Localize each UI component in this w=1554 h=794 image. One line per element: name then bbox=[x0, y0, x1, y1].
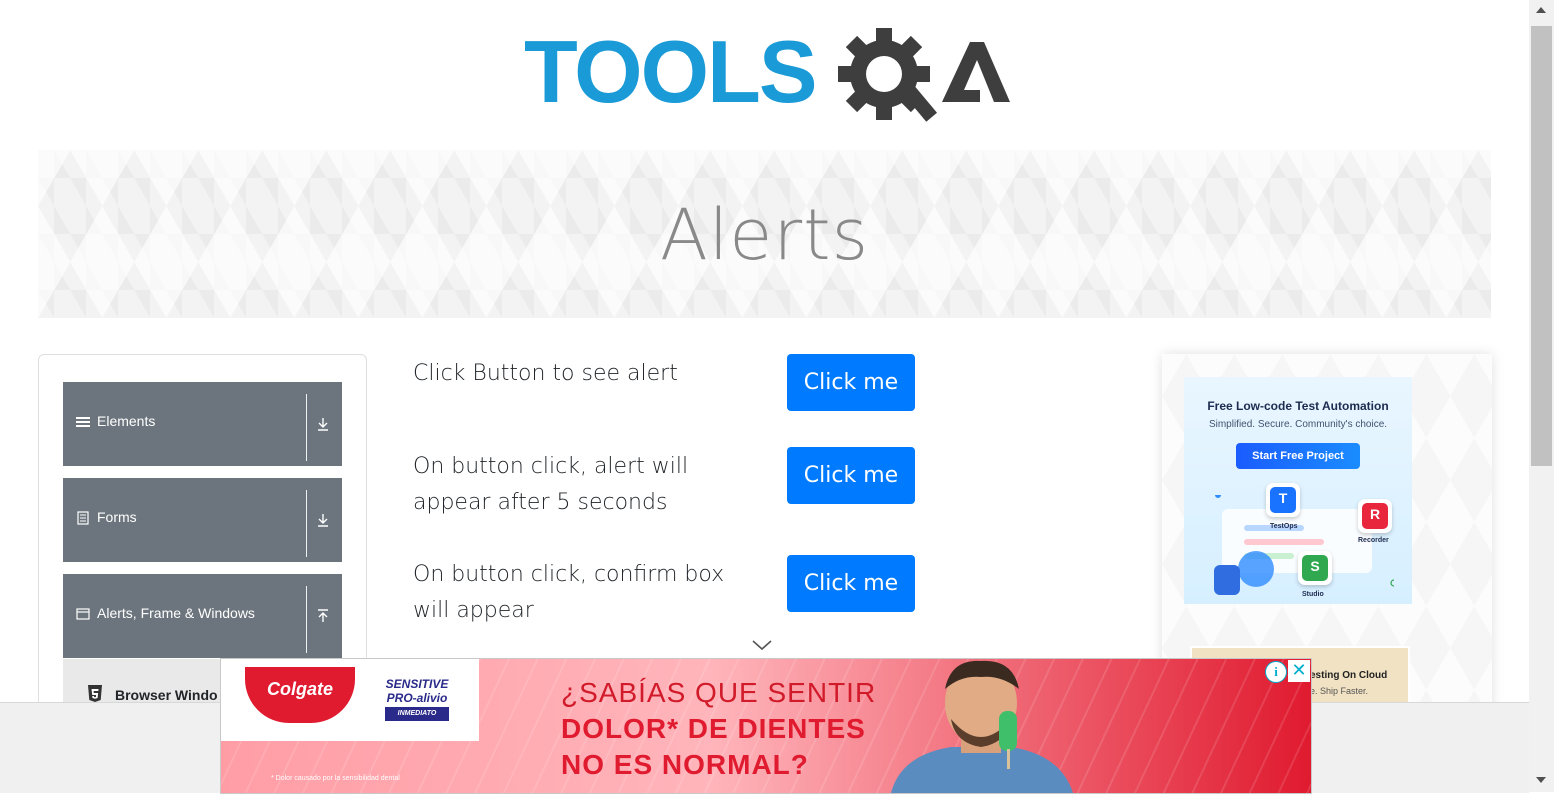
ad-footnote: * Dolor causado por la sensibilidad dent… bbox=[271, 775, 400, 782]
logo-text-tools: TOOLS bbox=[524, 24, 816, 121]
ad-title: Free Low-code Test Automation bbox=[1207, 399, 1389, 413]
divider bbox=[306, 394, 307, 461]
testops-tile: T bbox=[1266, 483, 1300, 517]
row-text-line: appear after 5 seconds bbox=[413, 490, 668, 515]
divider bbox=[306, 490, 307, 557]
tile-label: Studio bbox=[1302, 591, 1324, 598]
colgate-logo: Colgate bbox=[245, 667, 355, 723]
scrollbar-thumb[interactable] bbox=[1531, 26, 1552, 466]
timer-alert-button[interactable]: Click me bbox=[787, 447, 915, 504]
row-text-line: Click Button to see alert bbox=[413, 361, 678, 386]
tile-label: TestOps bbox=[1270, 523, 1298, 530]
page-banner: Alerts bbox=[38, 150, 1491, 318]
sidebar-group-alerts-frame-windows[interactable]: Alerts, Frame & Windows bbox=[63, 574, 342, 658]
hamburger-icon bbox=[76, 417, 90, 427]
tile-letter: S bbox=[1310, 558, 1320, 574]
ad-person-image bbox=[891, 660, 1073, 793]
divider bbox=[306, 586, 307, 653]
ad-subtitle: Simplified. Secure. Community's choice. bbox=[1208, 419, 1388, 430]
row-text-line: On button click, confirm box bbox=[413, 562, 725, 587]
sidebar-group-label: Forms bbox=[97, 509, 137, 525]
alert-row-3-text: On button click, confirm box will appear bbox=[413, 557, 743, 629]
sidebar-group-label: Elements bbox=[97, 413, 156, 429]
product-line: INMEDIATO bbox=[385, 707, 449, 721]
page-title: Alerts bbox=[659, 194, 870, 276]
sidebar-item-label: Browser Windo bbox=[115, 687, 218, 703]
upload-arrow-icon[interactable] bbox=[316, 608, 330, 624]
tile-letter: T bbox=[1278, 490, 1288, 506]
row-text-line: will appear bbox=[413, 598, 534, 623]
tile-label: Recorder bbox=[1358, 537, 1389, 544]
chevron-down-icon[interactable] bbox=[750, 638, 774, 652]
headline-line: ¿SABÍAS QUE SENTIR bbox=[561, 677, 877, 708]
product-line: SENSITIVE bbox=[385, 677, 449, 691]
form-icon bbox=[77, 511, 89, 525]
gear-icon bbox=[838, 28, 938, 122]
scroll-down-arrow-icon[interactable] bbox=[1536, 776, 1546, 784]
headline-line: NO ES NORMAL? bbox=[561, 749, 809, 780]
download-arrow-icon[interactable] bbox=[316, 416, 330, 432]
toolsqa-logo[interactable]: TOOLS bbox=[524, 22, 1010, 136]
alert-row-2-text: On button click, alert will appear after… bbox=[413, 449, 743, 521]
ad-line: e. Ship Faster. bbox=[1310, 686, 1369, 696]
colgate-banner-ad[interactable]: Colgate SENSITIVE PRO-alivio INMEDIATO ¿… bbox=[220, 658, 1312, 794]
logo-letter-a bbox=[942, 42, 1010, 102]
ad-headline: ¿SABÍAS QUE SENTIR DOLOR* DE DIENTES NO … bbox=[561, 675, 876, 783]
vertical-scrollbar[interactable] bbox=[1529, 0, 1554, 792]
download-arrow-icon[interactable] bbox=[316, 512, 330, 528]
ad-line: esting On Cloud bbox=[1310, 670, 1388, 681]
window-icon bbox=[76, 608, 90, 620]
toolsqa-logo-svg: TOOLS bbox=[524, 22, 1010, 122]
ad-info-icon[interactable]: i bbox=[1265, 661, 1287, 683]
recorder-tile: R bbox=[1358, 499, 1392, 533]
alert-row-1-text: Click Button to see alert bbox=[413, 356, 743, 392]
sidebar-group-elements[interactable]: Elements bbox=[63, 382, 342, 466]
headline-line: DOLOR* DE DIENTES bbox=[561, 713, 866, 744]
sensitive-pro-alivio-logo: SENSITIVE PRO-alivio INMEDIATO bbox=[367, 677, 467, 721]
start-free-project-button[interactable]: Start Free Project bbox=[1236, 443, 1360, 469]
confirm-button[interactable]: Click me bbox=[787, 555, 915, 612]
sidebar-group-label: Alerts, Frame & Windows bbox=[97, 605, 255, 621]
close-icon[interactable]: ✕ bbox=[1288, 660, 1310, 682]
row-text-line: On button click, alert will bbox=[413, 454, 689, 479]
tile-letter: R bbox=[1369, 506, 1381, 522]
katalon-ad[interactable]: Free Low-code Test Automation Simplified… bbox=[1184, 377, 1412, 604]
html5-icon bbox=[88, 685, 102, 702]
product-line: PRO-alivio bbox=[386, 691, 448, 705]
studio-tile: S bbox=[1298, 551, 1332, 585]
scroll-up-arrow-icon[interactable] bbox=[1536, 6, 1546, 14]
alert-button[interactable]: Click me bbox=[787, 354, 915, 411]
colgate-logo-panel: Colgate SENSITIVE PRO-alivio INMEDIATO bbox=[221, 659, 479, 741]
sidebar-group-forms[interactable]: Forms bbox=[63, 478, 342, 562]
